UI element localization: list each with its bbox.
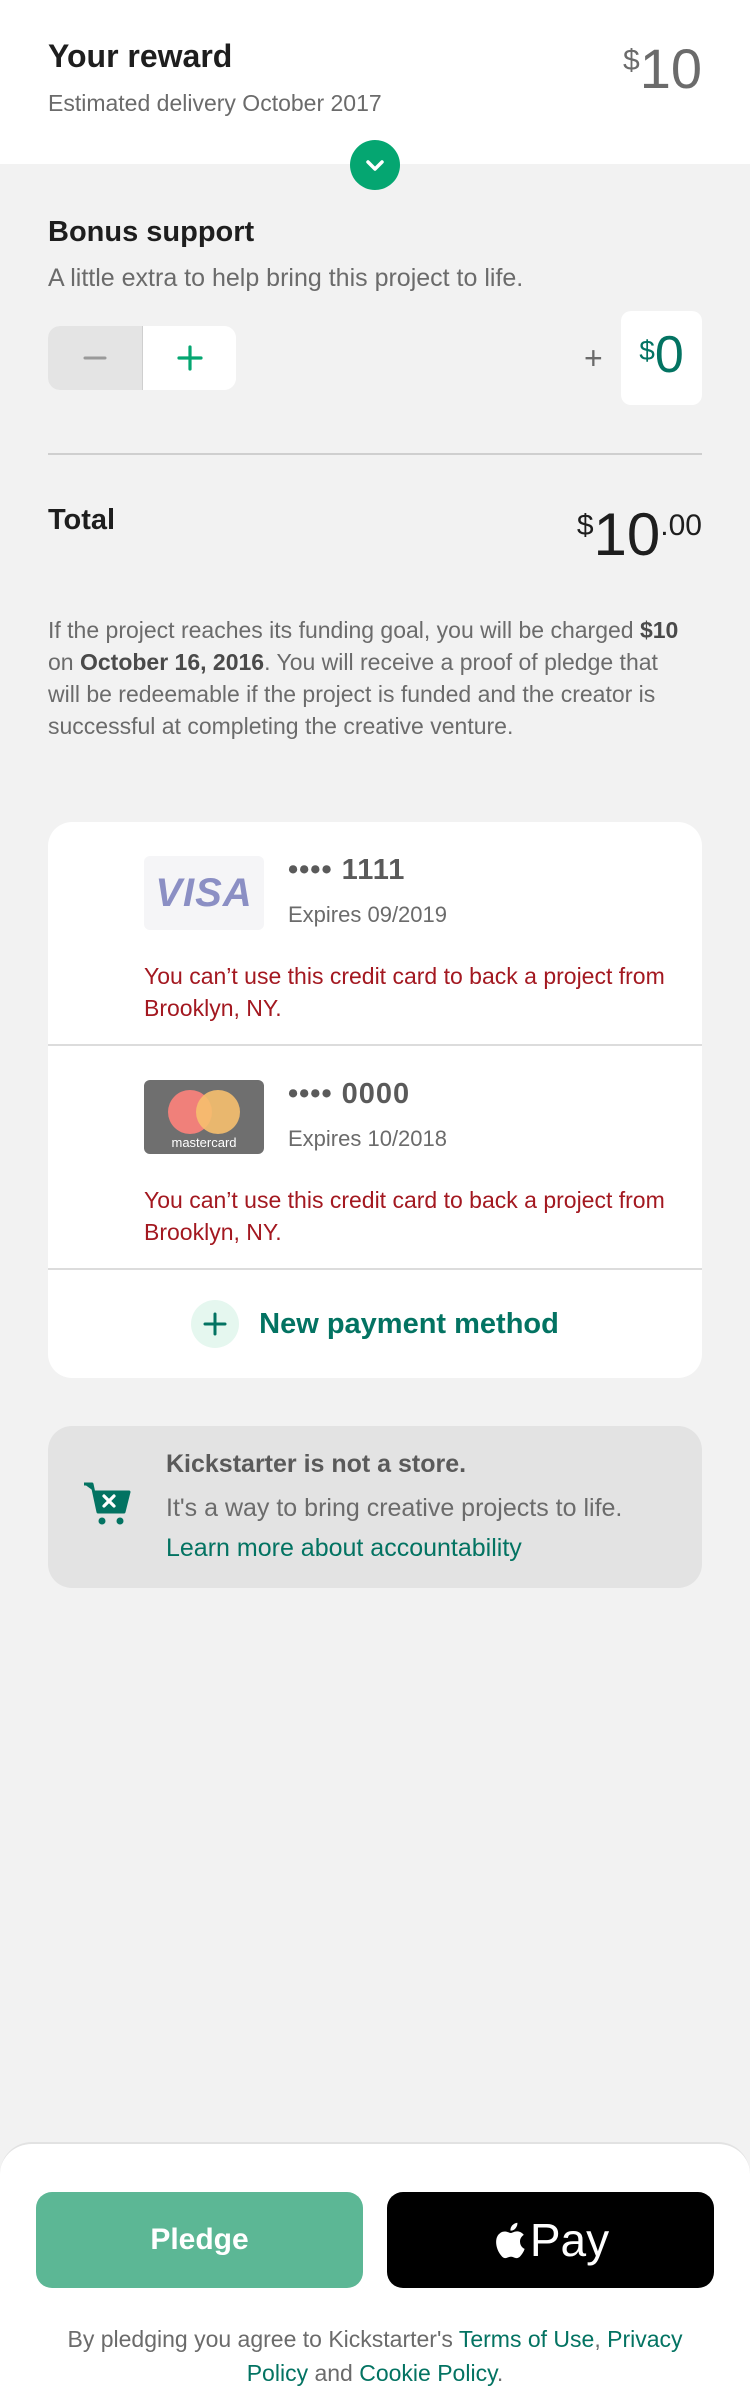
store-notice-body: It's a way to bring creative projects to… <box>166 1488 666 1568</box>
bonus-stepper <box>48 326 236 390</box>
bonus-amount-input[interactable]: $0 <box>621 311 702 405</box>
store-notice-text: It's a way to bring creative projects to… <box>166 1494 623 1522</box>
total-cents: .00 <box>660 509 702 542</box>
new-payment-method-button[interactable]: New payment method <box>48 1270 702 1378</box>
mastercard-logo-text: mastercard <box>171 1135 236 1150</box>
mastercard-logo-graphic: mastercard <box>168 1090 240 1150</box>
total-label: Total <box>48 504 116 536</box>
chevron-down-icon <box>366 160 384 171</box>
bonus-subtitle: A little extra to help bring this projec… <box>48 264 524 292</box>
apple-pay-label: Pay <box>529 2214 610 2266</box>
notice-date: October 16, 2016 <box>79 649 265 675</box>
notice-text: on <box>48 649 80 675</box>
visa-logo-text: VISA <box>155 870 253 915</box>
divider <box>48 453 702 455</box>
payment-methods-list: VISA •••• 1111 Expires 09/2019 You can’t… <box>48 822 702 1378</box>
card-error-message: You can’t use this credit card to back a… <box>144 963 665 1021</box>
decrement-button[interactable] <box>48 326 143 390</box>
terms-of-use-link[interactable]: Terms of Use <box>459 2326 594 2352</box>
reward-amount: $10 <box>623 36 702 101</box>
plus-icon <box>191 1300 240 1348</box>
terms-text: , <box>594 2326 608 2352</box>
total-amount: $10.00 <box>577 500 702 569</box>
mastercard-logo: mastercard <box>144 1080 264 1154</box>
store-notice-title: Kickstarter is not a store. <box>166 1450 467 1478</box>
reward-amount-value: 10 <box>639 37 702 100</box>
bonus-currency: $ <box>639 335 655 366</box>
terms-text: and <box>308 2360 360 2386</box>
card-expiry: Expires 09/2019 <box>288 902 447 927</box>
notice-text: If the project reaches its funding goal,… <box>48 617 640 643</box>
visa-logo: VISA <box>144 856 264 930</box>
total-currency: $ <box>576 509 594 542</box>
total-amount-value: 10 <box>593 501 661 568</box>
notice-amount: $10 <box>639 617 679 643</box>
cookie-policy-link[interactable]: Cookie Policy <box>359 2360 497 2386</box>
card-number: •••• 1111 <box>288 854 406 886</box>
payment-card-mastercard[interactable]: mastercard •••• 0000 Expires 10/2018 You… <box>48 1046 702 1270</box>
reward-delivery: Estimated delivery October 2017 <box>48 90 382 116</box>
apple-icon <box>495 2222 525 2259</box>
card-error-message: You can’t use this credit card to back a… <box>144 1187 665 1245</box>
terms-text: . <box>496 2360 504 2386</box>
payment-card-visa[interactable]: VISA •••• 1111 Expires 09/2019 You can’t… <box>48 822 702 1046</box>
apple-pay-button[interactable]: Pay <box>387 2192 714 2288</box>
plus-icon <box>176 345 203 371</box>
not-a-store-notice: Kickstarter is not a store. It's a way t… <box>48 1426 702 1588</box>
charge-notice: If the project reaches its funding goal,… <box>48 614 688 742</box>
bonus-title: Bonus support <box>48 216 255 248</box>
terms-notice: By pledging you agree to Kickstarter's T… <box>60 2322 690 2390</box>
minus-icon <box>83 356 107 360</box>
new-payment-method-label: New payment method <box>259 1307 559 1340</box>
bonus-amount-value: 0 <box>654 326 684 384</box>
bottom-action-sheet: Pledge Pay By pledging you agree to Kick… <box>0 2142 750 2400</box>
reward-title: Your reward <box>48 38 233 74</box>
pledge-button[interactable]: Pledge <box>36 2192 363 2288</box>
card-number: •••• 0000 <box>288 1078 411 1110</box>
cart-icon <box>82 1478 132 1533</box>
bonus-plus-sign: + <box>584 340 603 376</box>
learn-more-accountability-link[interactable]: Learn more about accountability <box>166 1534 522 1562</box>
increment-button[interactable] <box>143 326 236 390</box>
expand-reward-button[interactable] <box>350 140 400 190</box>
terms-text: By pledging you agree to Kickstarter's <box>67 2326 459 2352</box>
reward-currency: $ <box>623 44 640 77</box>
card-expiry: Expires 10/2018 <box>288 1126 447 1151</box>
